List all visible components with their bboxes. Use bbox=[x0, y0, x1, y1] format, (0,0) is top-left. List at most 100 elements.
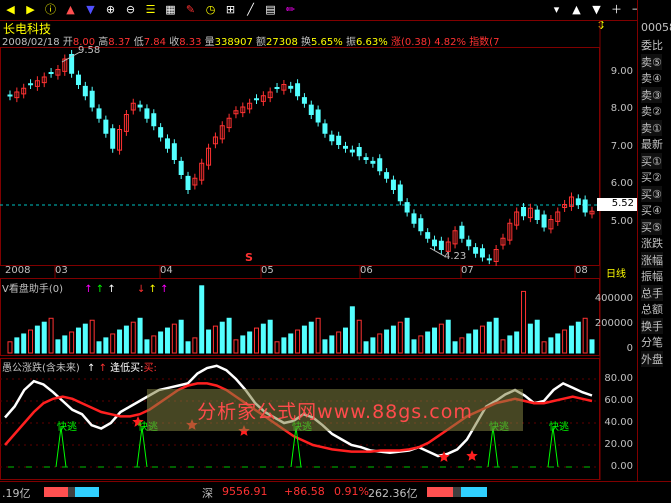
volume-bar bbox=[260, 323, 266, 354]
indicator-name: 愚公涨跌(含未来) bbox=[2, 363, 80, 374]
volume-bar bbox=[240, 335, 246, 354]
quote-row-label: 分笔 bbox=[641, 334, 663, 350]
candle-body bbox=[75, 74, 81, 85]
arrow-icon: ↑ bbox=[107, 284, 116, 295]
date-tick: 2008 bbox=[5, 265, 31, 276]
period-label[interactable]: 日线 bbox=[606, 265, 626, 280]
quote-row-label: 委比 bbox=[641, 37, 663, 53]
price-tick: 6.00 bbox=[610, 178, 633, 189]
candle-body bbox=[418, 218, 424, 232]
candle-body bbox=[377, 158, 383, 172]
candle-body bbox=[178, 160, 184, 175]
candle-body bbox=[103, 119, 109, 134]
candle-body bbox=[28, 83, 34, 86]
volume-bar bbox=[445, 319, 451, 354]
volume-bar bbox=[219, 321, 225, 354]
quote-row-label: 振幅 bbox=[641, 268, 663, 284]
candle-body bbox=[486, 258, 492, 261]
volume-bar bbox=[521, 290, 527, 354]
volume-bar bbox=[322, 339, 328, 354]
escape-spike bbox=[136, 426, 148, 468]
volume-bar bbox=[21, 333, 27, 354]
volume-bar bbox=[527, 323, 533, 354]
candle-body bbox=[356, 147, 362, 157]
volume-bar bbox=[247, 331, 253, 354]
volume-bar bbox=[548, 337, 554, 354]
price-tick: 7.00 bbox=[610, 141, 633, 152]
candle-body bbox=[370, 160, 376, 164]
volume-bar bbox=[459, 337, 465, 354]
volume-bar bbox=[336, 331, 342, 354]
buy-star-icon bbox=[466, 450, 478, 461]
volume-bar bbox=[295, 329, 301, 354]
volume-bar bbox=[185, 341, 191, 354]
volume-bar bbox=[178, 319, 184, 354]
arrow-icon: ↑ bbox=[148, 284, 157, 295]
volume-bar bbox=[75, 327, 81, 354]
volume-bar bbox=[117, 329, 123, 354]
volume-bar bbox=[370, 337, 376, 354]
candle-body bbox=[438, 240, 444, 250]
quote-row-label: 总手 bbox=[641, 284, 663, 301]
candle-body bbox=[164, 138, 170, 149]
arrow-icon: ↑ bbox=[95, 284, 105, 295]
volume-bar bbox=[253, 327, 259, 354]
volume-bar bbox=[568, 325, 574, 354]
indicator-buy-low: 逢低买: bbox=[110, 363, 144, 374]
candle-body bbox=[48, 72, 54, 74]
volume-bar bbox=[281, 337, 287, 354]
volume-bar bbox=[432, 327, 438, 354]
indicator-tick: 0.00 bbox=[610, 461, 633, 472]
volume-bar bbox=[48, 317, 54, 354]
quote-row-label: 外盘 bbox=[641, 350, 663, 367]
candle-body bbox=[336, 135, 342, 145]
volume-bar bbox=[28, 329, 34, 354]
volume-bar bbox=[308, 321, 314, 354]
candle-body bbox=[390, 179, 396, 190]
volume-bar bbox=[390, 325, 396, 354]
volume-bar bbox=[151, 335, 157, 354]
escape-spike bbox=[487, 426, 499, 468]
volume-bar bbox=[7, 341, 13, 354]
candle-body bbox=[274, 87, 280, 89]
volume-bar bbox=[384, 329, 390, 354]
stock-code: 00058 bbox=[641, 21, 671, 34]
volume-bar bbox=[479, 325, 485, 354]
indicator-buy: 买: bbox=[143, 363, 157, 374]
candle-body bbox=[110, 128, 116, 149]
volume-bar bbox=[473, 329, 479, 354]
current-price-tag: 5.52 bbox=[597, 198, 637, 211]
volume-bar bbox=[274, 341, 280, 354]
indicator-axis: 80.00 60.00 40.00 20.00 0.00 bbox=[600, 360, 637, 480]
volume-title: V看盘助手(0) ↑ ↑ ↑ ↓ ↑ ↑ bbox=[2, 280, 168, 295]
candle-body bbox=[397, 184, 403, 202]
candle-body bbox=[343, 145, 349, 149]
price-tick: 5.00 bbox=[610, 216, 633, 227]
arrow-icon: ↓ bbox=[136, 284, 146, 295]
date-tick: 06 bbox=[360, 265, 373, 276]
candle-body bbox=[459, 225, 465, 239]
quote-row-label: 涨跌 bbox=[641, 235, 663, 251]
sz-label: 深 bbox=[202, 487, 213, 500]
volume-bar bbox=[226, 317, 232, 354]
current-price: 5.52 bbox=[611, 198, 634, 209]
indicator-title: 愚公涨跌(含未来) ↑ ↑ 逢低买:买: bbox=[2, 359, 157, 374]
volume-bar bbox=[377, 333, 383, 354]
candle-body bbox=[96, 108, 102, 119]
quote-row-label: 涨幅 bbox=[641, 251, 663, 268]
volume-bar bbox=[199, 285, 205, 354]
candle-body bbox=[82, 85, 88, 97]
volume-bar bbox=[34, 325, 40, 354]
candle-body bbox=[89, 90, 95, 108]
candle-body bbox=[151, 113, 157, 127]
candle-body bbox=[288, 85, 294, 89]
price-tick: 9.00 bbox=[610, 66, 633, 77]
volume-bar bbox=[212, 325, 218, 354]
low-price-label: 4.23 bbox=[444, 251, 467, 262]
volume-tick: 400000 bbox=[594, 293, 633, 304]
candle-body bbox=[185, 175, 191, 190]
candle-body bbox=[473, 247, 479, 254]
candle-body bbox=[253, 98, 259, 101]
volume-bar bbox=[343, 327, 349, 354]
quote-row-label: 最新 bbox=[641, 136, 663, 152]
